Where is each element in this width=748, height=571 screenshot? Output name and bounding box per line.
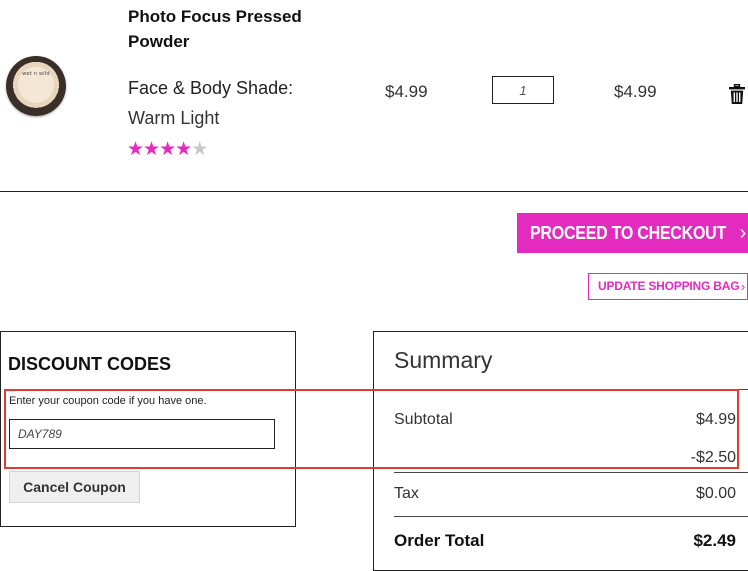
summary-divider	[394, 472, 748, 473]
star-icon: ★	[143, 139, 160, 160]
coupon-hint: Enter your coupon code if you have one.	[9, 395, 207, 407]
unit-price: $4.99	[385, 82, 428, 101]
chevron-right-icon: ›	[739, 222, 747, 244]
update-shopping-bag-button[interactable]: UPDATE SHOPPING BAG ›	[588, 273, 748, 300]
update-label: UPDATE SHOPPING BAG	[598, 279, 740, 293]
thumbnail-brand-text: wet n wild	[22, 71, 50, 77]
proceed-to-checkout-button[interactable]: PROCEED TO CHECKOUT ›	[517, 213, 748, 253]
discount-value: -$2.50	[690, 449, 736, 466]
cancel-coupon-button[interactable]: Cancel Coupon	[9, 471, 140, 503]
product-shade: Face & Body Shade: Warm Light	[128, 73, 293, 133]
star-empty-icon: ★	[191, 139, 208, 160]
product-thumbnail[interactable]: wet n wild	[6, 56, 66, 116]
shade-label: Face & Body Shade:	[128, 78, 294, 98]
summary-title: Summary	[394, 347, 493, 373]
tax-label: Tax	[394, 485, 419, 502]
product-name[interactable]: Photo Focus Pressed Powder	[128, 4, 328, 54]
discount-codes-title: DISCOUNT CODES	[8, 354, 172, 374]
quantity-input[interactable]	[492, 76, 554, 104]
line-total: $4.99	[614, 82, 657, 101]
shade-value: Warm Light	[128, 108, 220, 128]
product-rating: ★★★★★	[127, 138, 208, 161]
order-total-value: $2.49	[693, 531, 736, 550]
summary-divider	[394, 389, 748, 390]
checkout-label: PROCEED TO CHECKOUT	[530, 223, 726, 243]
subtotal-value: $4.99	[695, 411, 736, 428]
star-icon: ★	[159, 139, 176, 160]
star-icon: ★	[175, 139, 192, 160]
row-divider	[0, 191, 748, 192]
tax-value: $0.00	[695, 485, 736, 502]
coupon-code-input[interactable]	[9, 419, 275, 449]
chevron-right-icon: ›	[740, 279, 745, 294]
summary-divider	[394, 516, 748, 517]
star-icon: ★	[127, 139, 144, 160]
subtotal-label: Subtotal	[394, 411, 453, 428]
order-total-label: Order Total	[394, 531, 485, 550]
trash-icon[interactable]	[729, 84, 745, 104]
